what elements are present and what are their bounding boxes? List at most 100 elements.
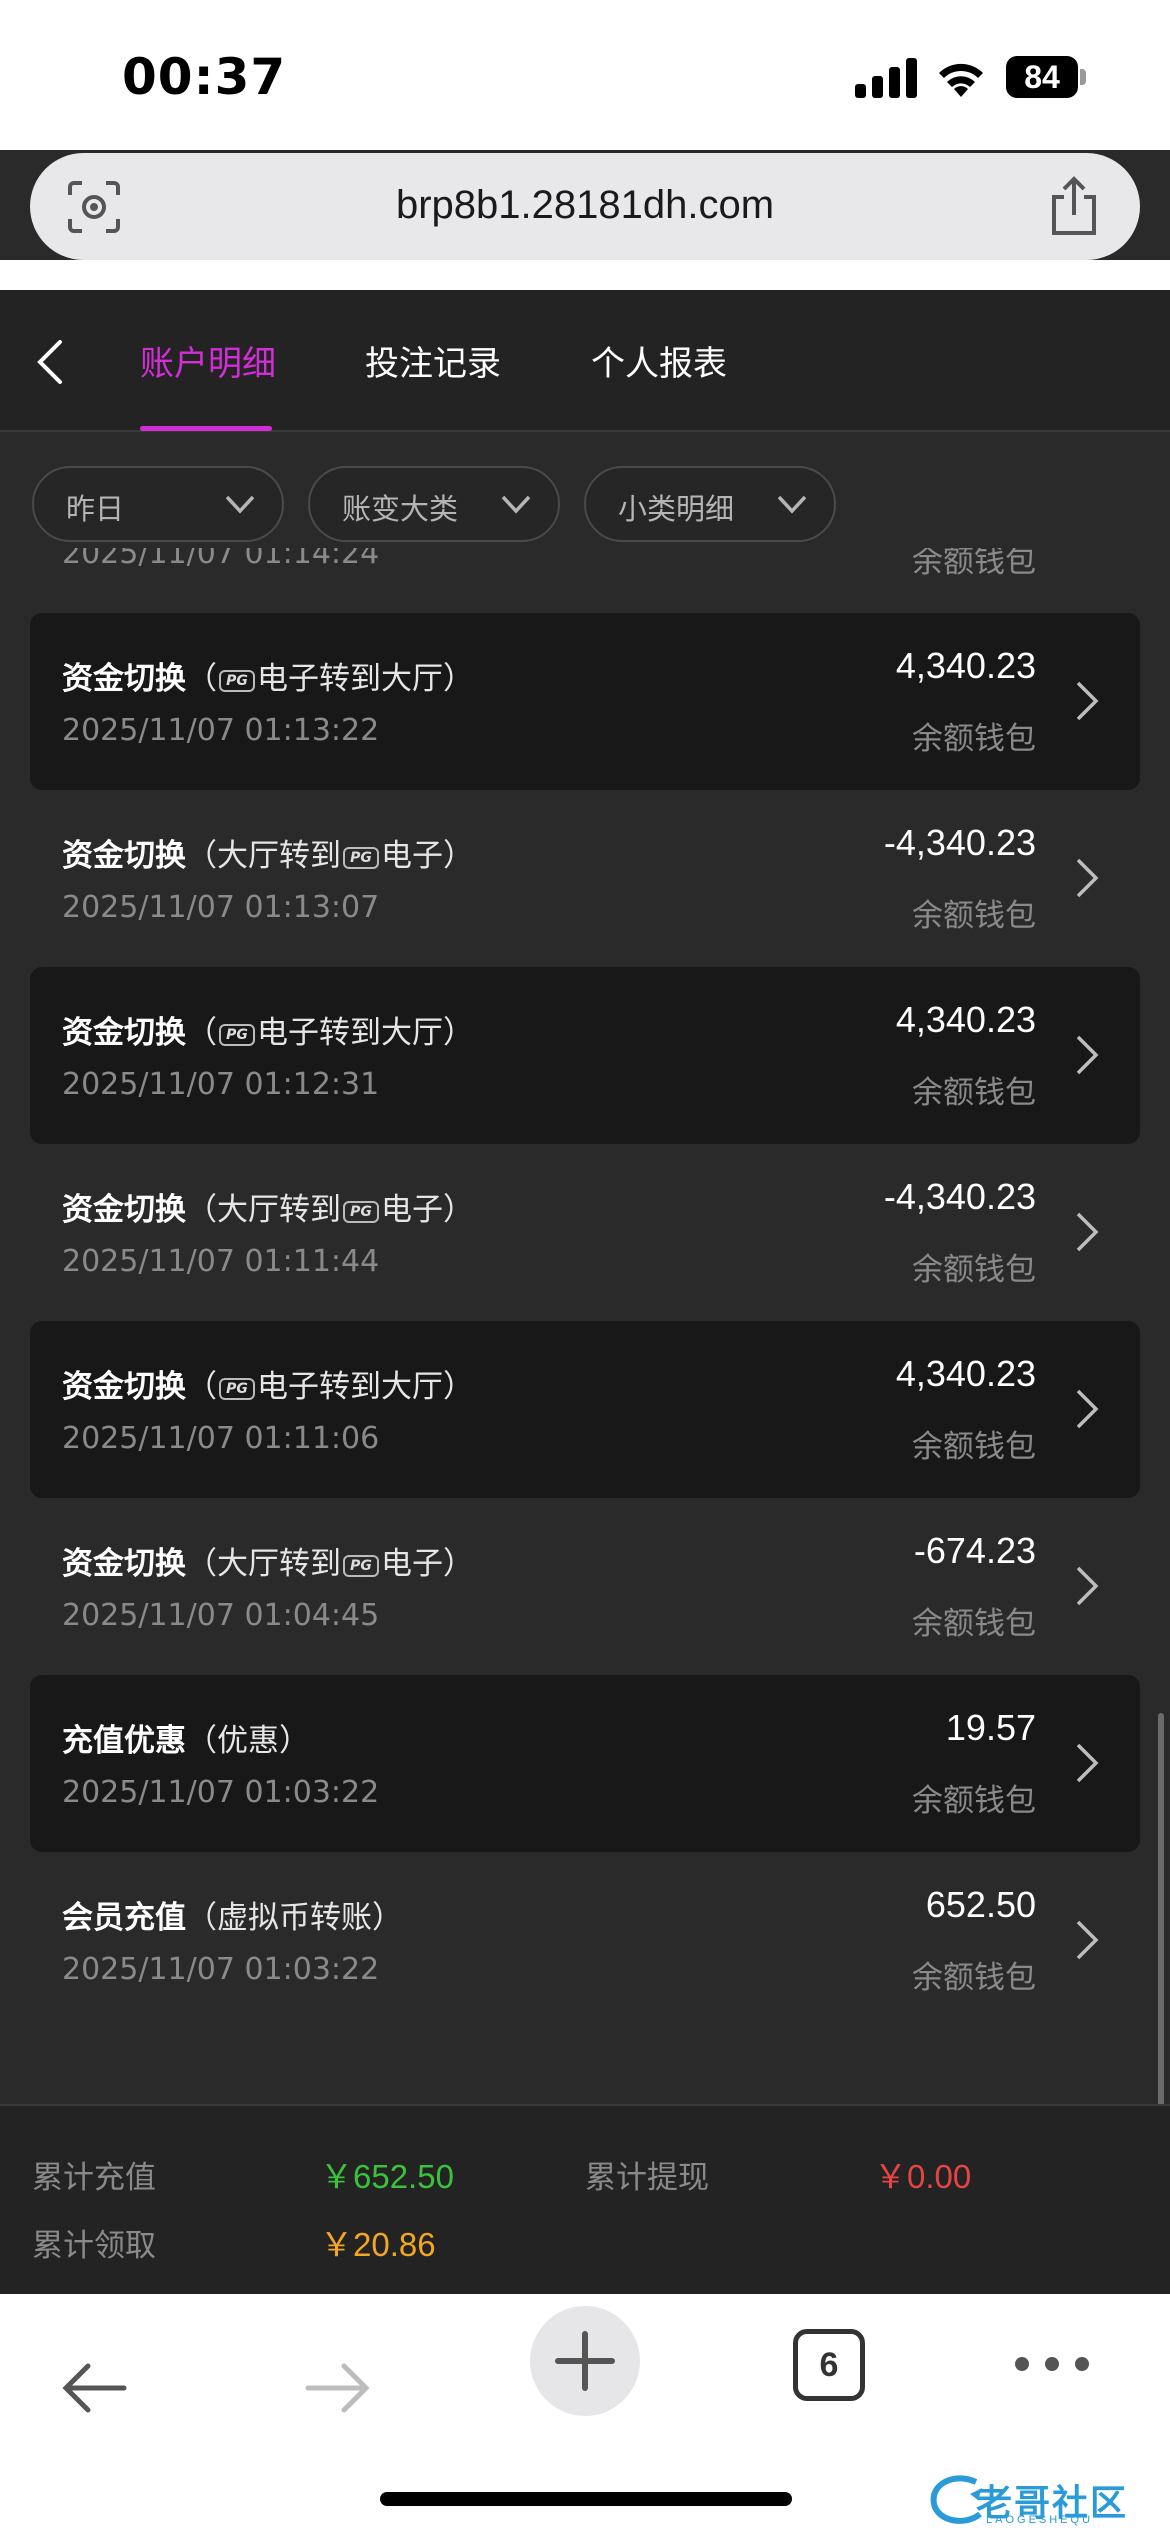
share-icon[interactable] xyxy=(1046,175,1102,237)
pg-logo-icon: PG xyxy=(219,1023,255,1046)
transaction-title: 资金切换（ PG 电子转到大厅） xyxy=(62,653,474,698)
wallet-label: 余额钱包 xyxy=(912,898,1036,934)
transaction-title: 资金切换（大厅转到 PG 电子） xyxy=(62,830,474,875)
chevron-down-icon xyxy=(501,495,531,514)
chevron-down-icon xyxy=(225,495,255,514)
transaction-detail: 电子） xyxy=(381,838,474,874)
transaction-date: 2025/11/07 01:03:22 xyxy=(62,1952,380,1987)
pg-logo-icon: PG xyxy=(219,669,255,692)
transaction-amount: -4,340.23 xyxy=(883,822,1036,863)
tab-account-details[interactable]: 账户明细 xyxy=(140,336,276,385)
transaction-type: 会员充值 xyxy=(62,1900,186,1936)
transaction-amount: -4,340.23 xyxy=(883,1176,1036,1217)
transaction-amount: 652.50 xyxy=(925,1884,1036,1925)
total-deposit-label: 累计充值 xyxy=(32,2160,156,2196)
transaction-detail: （ xyxy=(186,1369,217,1405)
transaction-row[interactable]: 充值优惠（优惠） 2025/11/07 01:03:22 19.57 余额钱包 xyxy=(30,1675,1140,1852)
battery-icon: 84 xyxy=(1006,56,1086,98)
filter-subcategory-label: 小类明细 xyxy=(618,492,735,526)
transaction-detail: （ xyxy=(186,1015,217,1051)
cellular-signal-icon xyxy=(855,58,917,98)
summary-panel: 累计充值 ￥652.50 累计提现 ￥0.00 累计领取 ￥20.86 xyxy=(0,2104,1170,2294)
transaction-amount: 19.57 xyxy=(945,1707,1036,1748)
transaction-date: 2025/11/07 01:13:22 xyxy=(62,713,380,748)
chevron-right-icon[interactable] xyxy=(1074,679,1100,723)
transaction-title: 资金切换（ PG 电子转到大厅） xyxy=(62,1007,474,1052)
transaction-row[interactable]: 资金切换（ PG 电子转到大厅） 2025/11/07 01:11:06 4,340.2… xyxy=(30,1321,1140,1498)
transaction-detail: （大厅转到 xyxy=(186,1546,341,1582)
total-claimed-value: ￥20.86 xyxy=(320,2226,436,2263)
address-bar[interactable]: brp8b1.28181dh.com xyxy=(30,153,1140,260)
transaction-type: 资金切换 xyxy=(62,1192,186,1228)
back-arrow-icon[interactable] xyxy=(58,2358,130,2418)
total-withdraw-value: ￥0.00 xyxy=(874,2158,972,2195)
wallet-label: 余额钱包 xyxy=(912,1783,1036,1819)
transaction-detail: 电子转到大厅） xyxy=(257,1015,474,1051)
filter-date-label: 昨日 xyxy=(66,492,125,526)
chevron-right-icon[interactable] xyxy=(1074,1741,1100,1785)
more-icon[interactable] xyxy=(1012,2354,1092,2374)
transaction-date: 2025/11/07 01:04:45 xyxy=(62,1598,380,1633)
chevron-right-icon[interactable] xyxy=(1074,1387,1100,1431)
transaction-date: 2025/11/07 01:11:44 xyxy=(62,1244,380,1279)
transaction-row[interactable]: 2025/11/07 01:14:24 余额钱包 xyxy=(30,548,1140,613)
transaction-title: 会员充值（虚拟币转账） xyxy=(62,1892,403,1937)
wallet-label: 余额钱包 xyxy=(912,1252,1036,1288)
battery-level: 84 xyxy=(1024,59,1060,95)
status-bar: 00:37 84 brp8b1.28181dh.com xyxy=(0,0,1170,260)
transaction-type: 资金切换 xyxy=(62,1015,186,1051)
transaction-row[interactable]: 资金切换（大厅转到 PG 电子） 2025/11/07 01:04:45 -674.23… xyxy=(30,1498,1140,1675)
new-tab-button[interactable] xyxy=(530,2306,640,2416)
transaction-detail: 电子转到大厅） xyxy=(257,661,474,697)
status-time: 00:37 xyxy=(122,48,287,106)
transaction-row[interactable]: 资金切换（大厅转到 PG 电子） 2025/11/07 01:13:07 -4,340.… xyxy=(30,790,1140,967)
transaction-detail: （ xyxy=(186,661,217,697)
transaction-amount: 4,340.23 xyxy=(895,1353,1036,1394)
chevron-right-icon[interactable] xyxy=(1074,1033,1100,1077)
back-chevron-icon[interactable] xyxy=(30,334,70,390)
transaction-list[interactable]: 2025/11/07 01:14:24 余额钱包 资金切换（ PG 电子转到大厅） 202… xyxy=(0,548,1170,2104)
tab-bet-records[interactable]: 投注记录 xyxy=(365,336,501,385)
transaction-row[interactable]: 资金切换（大厅转到 PG 电子） 2025/11/07 01:11:44 -4,340.… xyxy=(30,1144,1140,1321)
wallet-label: 余额钱包 xyxy=(912,1606,1036,1642)
tab-header: 账户明细 投注记录 个人报表 xyxy=(0,290,1170,432)
active-tab-indicator xyxy=(140,426,272,431)
total-deposit-value: ￥652.50 xyxy=(320,2158,454,2195)
forward-arrow-icon[interactable] xyxy=(302,2358,374,2418)
tab-personal-report[interactable]: 个人报表 xyxy=(591,336,727,385)
transaction-amount: -674.23 xyxy=(913,1530,1036,1571)
transaction-type: 充值优惠 xyxy=(62,1723,186,1759)
transaction-row[interactable]: 资金切换（ PG 电子转到大厅） 2025/11/07 01:12:31 4,340.2… xyxy=(30,967,1140,1144)
chevron-right-icon[interactable] xyxy=(1074,1918,1100,1962)
transaction-detail: 电子转到大厅） xyxy=(257,1369,474,1405)
transaction-row[interactable]: 资金切换（ PG 电子转到大厅） 2025/11/07 01:13:22 4,340.2… xyxy=(30,613,1140,790)
filter-subcategory[interactable]: 小类明细 xyxy=(584,466,836,542)
filter-date[interactable]: 昨日 xyxy=(32,466,284,542)
filter-category[interactable]: 账变大类 xyxy=(308,466,560,542)
chevron-right-icon[interactable] xyxy=(1074,856,1100,900)
chevron-down-icon xyxy=(777,495,807,514)
transaction-title: 充值优惠（优惠） xyxy=(62,1715,310,1760)
home-indicator xyxy=(380,2492,792,2506)
chevron-right-icon[interactable] xyxy=(1074,1210,1100,1254)
transaction-date: 2025/11/07 01:11:06 xyxy=(62,1421,380,1456)
transaction-amount: 4,340.23 xyxy=(895,999,1036,1040)
wallet-label: 余额钱包 xyxy=(912,721,1036,757)
transaction-type: 资金切换 xyxy=(62,838,186,874)
watermark-logo: 老哥社区 LAOGESHEQU xyxy=(926,2470,1170,2532)
scrollbar[interactable] xyxy=(1158,1713,1164,2104)
url-text: brp8b1.28181dh.com xyxy=(395,183,775,227)
transaction-detail: （大厅转到 xyxy=(186,1192,341,1228)
transaction-date: 2025/11/07 01:03:22 xyxy=(62,1775,380,1810)
wallet-label: 余额钱包 xyxy=(912,1960,1036,1996)
transaction-row[interactable]: 会员充值（虚拟币转账） 2025/11/07 01:03:22 652.50 余额钱包 xyxy=(30,1852,1140,2029)
tab-switcher-button[interactable]: 6 xyxy=(793,2329,865,2401)
wallet-label: 余额钱包 xyxy=(912,548,1036,580)
plus-icon xyxy=(555,2331,615,2391)
total-claimed-label: 累计领取 xyxy=(32,2228,156,2264)
transaction-detail: 电子） xyxy=(381,1546,474,1582)
browser-gap xyxy=(0,260,1170,290)
transaction-detail: 电子） xyxy=(381,1192,474,1228)
chevron-right-icon[interactable] xyxy=(1074,1564,1100,1608)
pg-logo-icon: PG xyxy=(343,846,379,869)
